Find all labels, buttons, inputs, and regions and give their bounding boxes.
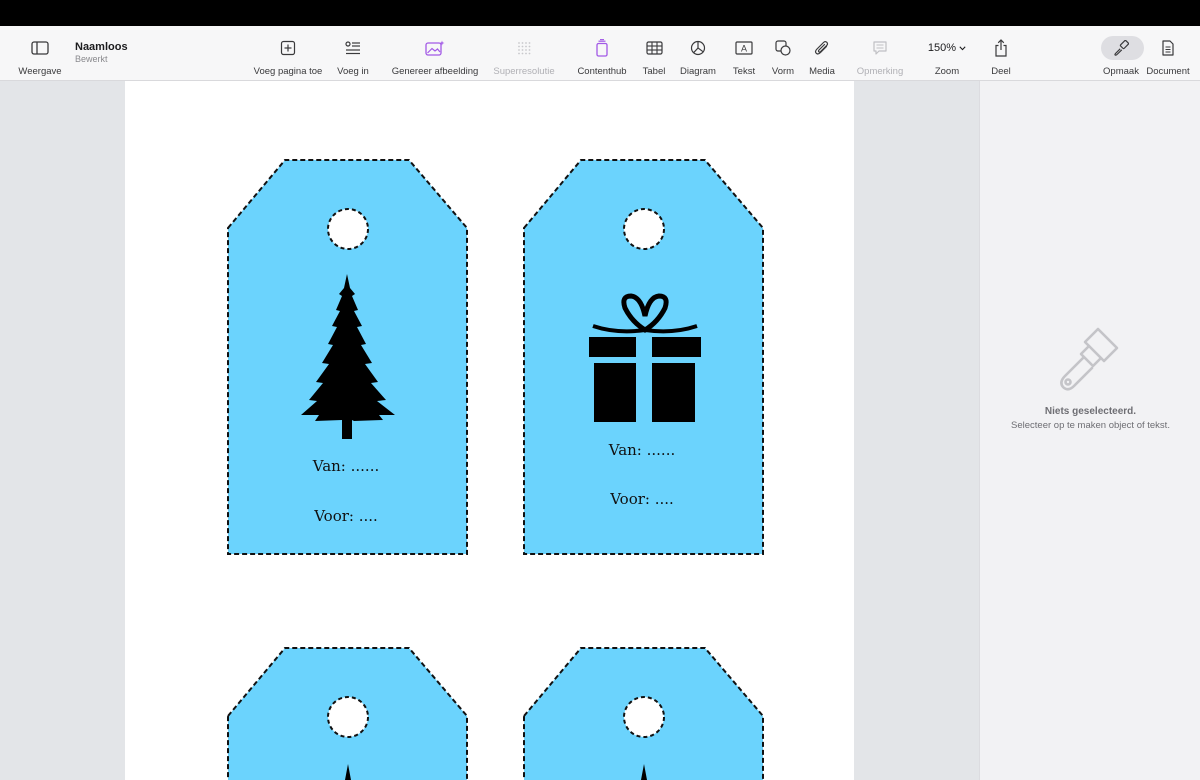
text-label: Tekst — [732, 66, 756, 77]
zoom-control: Zoom — [920, 26, 974, 81]
insert-label: Voeg in — [337, 66, 369, 77]
share-icon — [994, 39, 1008, 57]
inspector-empty-hint: Selecteer op te maken object of tekst. — [1011, 420, 1170, 431]
add-page-icon — [280, 39, 296, 57]
text-button[interactable]: A Tekst — [728, 26, 760, 81]
paintbrush-icon — [1113, 39, 1129, 57]
comment-icon — [872, 39, 888, 57]
generate-image-button[interactable]: Genereer afbeelding — [389, 26, 481, 81]
generate-image-icon — [425, 39, 445, 57]
document-page[interactable]: Van: ...... Voor: .... Van: ...... Voor:… — [125, 81, 854, 780]
svg-text:A: A — [741, 44, 747, 54]
zoom-label: Zoom — [934, 66, 960, 77]
gift-tag[interactable] — [521, 646, 769, 780]
gift-icon — [589, 293, 701, 422]
tag-from-text[interactable]: Van: ...... — [521, 441, 763, 459]
document-icon — [1161, 39, 1175, 57]
share-button[interactable]: Deel — [986, 26, 1016, 81]
chart-icon — [690, 39, 706, 57]
system-status-bar — [0, 0, 1200, 26]
paintbrush-icon — [980, 324, 1200, 396]
comment-button[interactable]: Opmerking — [853, 26, 907, 81]
document-status: Bewerkt — [75, 54, 108, 64]
tag-to-text[interactable]: Voor: .... — [225, 507, 467, 525]
text-box-icon: A — [735, 39, 753, 57]
inspector-empty-state: Niets geselecteerd. Selecteer op te make… — [980, 324, 1200, 431]
shape-button[interactable]: Vorm — [768, 26, 798, 81]
superresolution-button[interactable]: Superresolutie — [491, 26, 557, 81]
insert-button[interactable]: Voeg in — [334, 26, 372, 81]
format-button[interactable]: Opmaak — [1098, 26, 1144, 81]
tag-from-text[interactable]: Van: ...... — [225, 457, 467, 475]
view-label: Weergave — [18, 66, 62, 77]
generate-image-label: Genereer afbeelding — [391, 66, 479, 77]
contenthub-icon — [595, 39, 609, 57]
christmas-tree-icon — [301, 274, 395, 439]
format-label: Opmaak — [1103, 66, 1139, 77]
view-button[interactable]: Weergave — [16, 26, 64, 81]
insert-icon — [345, 39, 361, 57]
add-page-button[interactable]: Voeg pagina toe — [252, 26, 324, 81]
document-title: Naamloos — [75, 41, 128, 53]
table-label: Tabel — [642, 66, 666, 77]
add-page-label: Voeg pagina toe — [253, 66, 323, 77]
chart-label: Diagram — [680, 66, 716, 77]
inspector-empty-title: Niets geselecteerd. — [1044, 406, 1137, 417]
document-button[interactable]: Document — [1146, 26, 1190, 81]
shape-label: Vorm — [771, 66, 795, 77]
contenthub-label: Contenthub — [577, 66, 627, 77]
paperclip-icon — [814, 39, 830, 57]
superresolution-icon — [516, 39, 532, 57]
canvas-area[interactable]: Van: ...... Voor: .... Van: ...... Voor:… — [0, 81, 979, 780]
share-label: Deel — [991, 66, 1011, 77]
table-icon — [645, 39, 663, 57]
chart-button[interactable]: Diagram — [678, 26, 718, 81]
contenthub-button[interactable]: Contenthub — [574, 26, 630, 81]
format-inspector: Niets geselecteerd. Selecteer op te make… — [979, 81, 1200, 780]
comment-label: Opmerking — [856, 66, 904, 77]
document-title-block[interactable]: Naamloos Bewerkt — [75, 41, 128, 64]
shape-icon — [775, 39, 791, 57]
toolbar: Weergave Naamloos Bewerkt Voeg pagina to… — [0, 26, 1200, 81]
superresolution-label: Superresolutie — [493, 66, 555, 77]
document-label: Document — [1146, 66, 1190, 77]
media-button[interactable]: Media — [806, 26, 838, 81]
table-button[interactable]: Tabel — [640, 26, 668, 81]
gift-tag[interactable] — [225, 646, 473, 780]
sidebar-icon — [31, 39, 49, 57]
tag-to-text[interactable]: Voor: .... — [521, 490, 763, 508]
media-label: Media — [809, 66, 835, 77]
